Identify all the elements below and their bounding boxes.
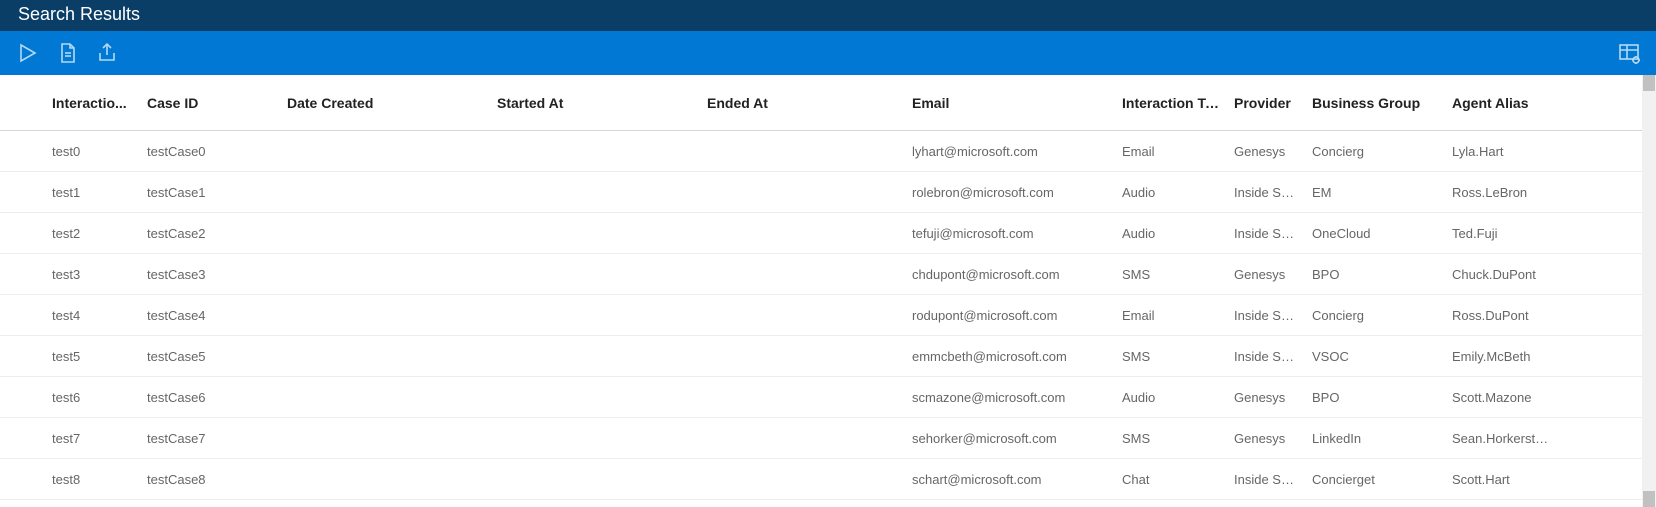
- cell-agent: Ross.LeBron: [1452, 185, 1562, 200]
- col-caseid-header[interactable]: Case ID: [147, 95, 287, 111]
- cell-provider: Inside Sal...: [1234, 185, 1312, 200]
- table-row[interactable]: test4testCase4 rodupont@microsoft.comEmai…: [0, 295, 1642, 336]
- cell-interaction: test2: [52, 226, 147, 241]
- cell-caseid: testCase3: [147, 267, 287, 282]
- cell-type: Email: [1122, 308, 1234, 323]
- cell-provider: Inside Sal...: [1234, 308, 1312, 323]
- cell-bgroup: Concierg: [1312, 308, 1452, 323]
- table-row[interactable]: test1testCase1 rolebron@microsoft.comAudi…: [0, 172, 1642, 213]
- cell-agent: Ross.DuPont: [1452, 308, 1562, 323]
- cell-bgroup: OneCloud: [1312, 226, 1452, 241]
- col-start-header[interactable]: Started At: [497, 95, 707, 111]
- cell-email: rodupont@microsoft.com: [912, 308, 1122, 323]
- cell-interaction: test3: [52, 267, 147, 282]
- cell-email: schart@microsoft.com: [912, 472, 1122, 487]
- grid-header-row: Interactio... Case ID Date Created Start…: [0, 75, 1642, 131]
- col-date-header[interactable]: Date Created: [287, 95, 497, 111]
- cell-type: SMS: [1122, 431, 1234, 446]
- page-title: Search Results: [0, 0, 1656, 31]
- cell-caseid: testCase1: [147, 185, 287, 200]
- cell-agent: Scott.Hart: [1452, 472, 1562, 487]
- cell-agent: Chuck.DuPont: [1452, 267, 1562, 282]
- cell-type: Audio: [1122, 390, 1234, 405]
- toolbar: [0, 31, 1656, 75]
- col-agent-header[interactable]: Agent Alias: [1452, 95, 1562, 111]
- cell-bgroup: BPO: [1312, 267, 1452, 282]
- cell-type: Audio: [1122, 226, 1234, 241]
- cell-agent: Scott.Mazone: [1452, 390, 1562, 405]
- cell-email: lyhart@microsoft.com: [912, 144, 1122, 159]
- col-end-header[interactable]: Ended At: [707, 95, 912, 111]
- cell-interaction: test0: [52, 144, 147, 159]
- cell-caseid: testCase5: [147, 349, 287, 364]
- cell-caseid: testCase7: [147, 431, 287, 446]
- col-interaction-header[interactable]: Interactio...: [52, 95, 147, 111]
- cell-caseid: testCase0: [147, 144, 287, 159]
- cell-interaction: test4: [52, 308, 147, 323]
- cell-interaction: test1: [52, 185, 147, 200]
- cell-email: emmcbeth@microsoft.com: [912, 349, 1122, 364]
- table-row[interactable]: test2testCase2 tefuji@microsoft.comAudioI…: [0, 213, 1642, 254]
- cell-bgroup: BPO: [1312, 390, 1452, 405]
- cell-bgroup: LinkedIn: [1312, 431, 1452, 446]
- table-row[interactable]: test6testCase6 scmazone@microsoft.comAudi…: [0, 377, 1642, 418]
- table-row[interactable]: test3testCase3 chdupont@microsoft.comSMSG…: [0, 254, 1642, 295]
- cell-bgroup: EM: [1312, 185, 1452, 200]
- scrollbar-up-thumb[interactable]: [1643, 75, 1655, 91]
- cell-agent: Ted.Fuji: [1452, 226, 1562, 241]
- col-bgroup-header[interactable]: Business Group: [1312, 95, 1452, 111]
- table-row[interactable]: test8testCase8 schart@microsoft.comChatIn…: [0, 459, 1642, 500]
- cell-provider: Genesys: [1234, 390, 1312, 405]
- cell-agent: Lyla.Hart: [1452, 144, 1562, 159]
- cell-caseid: testCase8: [147, 472, 287, 487]
- cell-bgroup: VSOC: [1312, 349, 1452, 364]
- cell-email: tefuji@microsoft.com: [912, 226, 1122, 241]
- cell-type: SMS: [1122, 349, 1234, 364]
- cell-type: Audio: [1122, 185, 1234, 200]
- cell-email: rolebron@microsoft.com: [912, 185, 1122, 200]
- cell-bgroup: Concierg: [1312, 144, 1452, 159]
- table-row[interactable]: test5testCase5 emmcbeth@microsoft.comSMSI…: [0, 336, 1642, 377]
- play-icon[interactable]: [14, 40, 40, 66]
- cell-caseid: testCase2: [147, 226, 287, 241]
- cell-provider: Genesys: [1234, 144, 1312, 159]
- cell-caseid: testCase4: [147, 308, 287, 323]
- cell-type: Chat: [1122, 472, 1234, 487]
- table-settings-icon[interactable]: [1616, 40, 1642, 66]
- cell-provider: Genesys: [1234, 267, 1312, 282]
- cell-bgroup: Concierget: [1312, 472, 1452, 487]
- cell-interaction: test7: [52, 431, 147, 446]
- results-grid: Interactio... Case ID Date Created Start…: [0, 75, 1642, 507]
- col-provider-header[interactable]: Provider: [1234, 95, 1312, 111]
- cell-provider: Inside Sal...: [1234, 472, 1312, 487]
- col-email-header[interactable]: Email: [912, 95, 1122, 111]
- cell-agent: Emily.McBeth: [1452, 349, 1562, 364]
- document-icon[interactable]: [54, 40, 80, 66]
- cell-email: chdupont@microsoft.com: [912, 267, 1122, 282]
- cell-provider: Genesys: [1234, 431, 1312, 446]
- cell-provider: Inside Sal...: [1234, 349, 1312, 364]
- scrollbar[interactable]: [1642, 75, 1656, 507]
- table-row[interactable]: test7testCase7 sehorker@microsoft.comSMSG…: [0, 418, 1642, 459]
- share-icon[interactable]: [94, 40, 120, 66]
- table-row[interactable]: test0testCase0 lyhart@microsoft.comEmailG…: [0, 131, 1642, 172]
- cell-caseid: testCase6: [147, 390, 287, 405]
- scrollbar-down-thumb[interactable]: [1643, 491, 1655, 507]
- col-type-header[interactable]: Interaction Ty...: [1122, 95, 1234, 111]
- cell-interaction: test8: [52, 472, 147, 487]
- cell-email: sehorker@microsoft.com: [912, 431, 1122, 446]
- cell-interaction: test5: [52, 349, 147, 364]
- cell-interaction: test6: [52, 390, 147, 405]
- cell-type: SMS: [1122, 267, 1234, 282]
- cell-provider: Inside Sal...: [1234, 226, 1312, 241]
- cell-email: scmazone@microsoft.com: [912, 390, 1122, 405]
- cell-agent: Sean.Horkerstork...: [1452, 431, 1562, 446]
- cell-type: Email: [1122, 144, 1234, 159]
